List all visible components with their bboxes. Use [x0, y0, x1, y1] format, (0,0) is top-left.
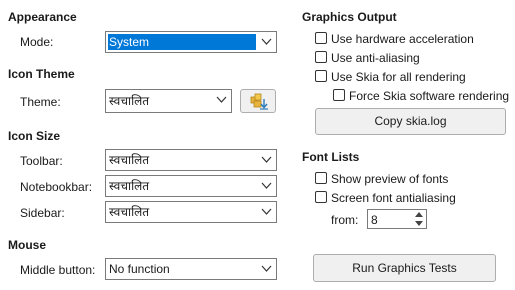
toolbar-label: Toolbar: [20, 154, 63, 168]
force-skia-software-checkbox[interactable] [333, 89, 345, 101]
anti-aliasing-checkbox[interactable] [315, 51, 327, 63]
spin-down-icon[interactable] [412, 219, 426, 228]
anti-aliasing-label[interactable]: Use anti-aliasing [331, 51, 420, 65]
antialiasing-from-value: 8 [371, 213, 378, 227]
middle-button-value: No function [109, 262, 170, 276]
mode-dropdown[interactable]: System [105, 31, 277, 53]
show-font-preview-label[interactable]: Show preview of fonts [331, 172, 448, 186]
chevron-down-icon[interactable] [257, 150, 276, 170]
notebookbar-size-value: स्वचालित [109, 179, 150, 193]
chevron-down-icon[interactable] [257, 259, 276, 279]
middle-button-label: Middle button: [20, 263, 96, 277]
hardware-acceleration-label[interactable]: Use hardware acceleration [331, 32, 474, 46]
toolbar-size-value: स्वचालित [109, 153, 150, 167]
chevron-down-icon[interactable] [257, 176, 276, 196]
sidebar-label: Sidebar: [20, 206, 65, 220]
theme-value: स्वचालित [109, 94, 150, 108]
skia-all-rendering-label[interactable]: Use Skia for all rendering [331, 70, 466, 84]
hardware-acceleration-checkbox[interactable] [315, 32, 327, 44]
chevron-down-icon[interactable] [257, 32, 276, 52]
antialiasing-from-label: from: [331, 213, 359, 227]
mode-label: Mode: [20, 35, 54, 49]
add-icon-theme-icon [250, 93, 268, 113]
mode-value: System [108, 34, 256, 50]
mouse-heading: Mouse [8, 238, 47, 252]
theme-dropdown[interactable]: स्वचालित [105, 89, 232, 113]
chevron-down-icon[interactable] [212, 90, 231, 112]
show-font-preview-checkbox[interactable] [315, 172, 327, 184]
add-icon-theme-button[interactable] [240, 89, 276, 113]
skia-all-rendering-checkbox[interactable] [315, 70, 327, 82]
notebookbar-label: Notebookbar: [20, 180, 93, 194]
icon-theme-heading: Icon Theme [8, 67, 75, 81]
screen-font-antialiasing-label[interactable]: Screen font antialiasing [331, 191, 456, 205]
notebookbar-size-dropdown[interactable]: स्वचालित [105, 175, 277, 197]
antialiasing-from-spinbox[interactable]: 8 [367, 209, 427, 229]
middle-button-dropdown[interactable]: No function [105, 258, 277, 280]
run-graphics-tests-button[interactable]: Run Graphics Tests [313, 254, 496, 282]
chevron-down-icon[interactable] [257, 202, 276, 222]
icon-size-heading: Icon Size [8, 129, 61, 143]
graphics-output-heading: Graphics Output [302, 10, 397, 24]
toolbar-size-dropdown[interactable]: स्वचालित [105, 149, 277, 171]
appearance-heading: Appearance [8, 10, 77, 24]
font-lists-heading: Font Lists [302, 150, 360, 164]
sidebar-size-dropdown[interactable]: स्वचालित [105, 201, 277, 223]
copy-skia-log-button[interactable]: Copy skia.log [315, 108, 506, 135]
screen-font-antialiasing-checkbox[interactable] [315, 191, 327, 203]
force-skia-software-label[interactable]: Force Skia software rendering [349, 89, 509, 103]
theme-label: Theme: [20, 95, 61, 109]
sidebar-size-value: स्वचालित [109, 205, 150, 219]
spin-up-icon[interactable] [412, 210, 426, 219]
